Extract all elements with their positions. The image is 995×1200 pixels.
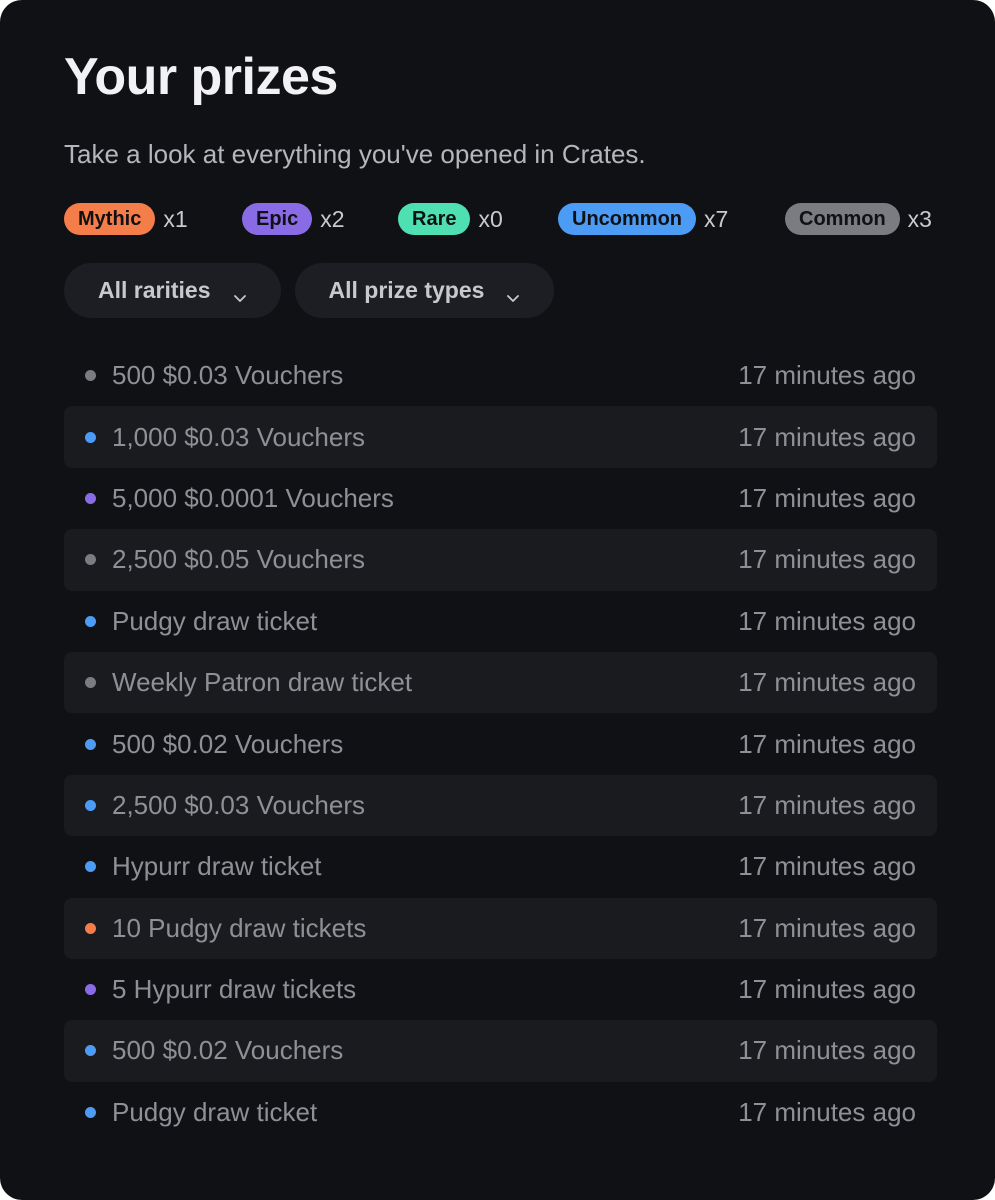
prize-name: 500 $0.03 Vouchers — [112, 360, 344, 391]
prize-time: 17 minutes ago — [738, 360, 916, 391]
rarity-badge-uncommon: Uncommon — [558, 203, 696, 235]
rarity-badge-common: Common — [785, 203, 900, 235]
rarity-count-rare: x0 — [478, 205, 503, 232]
page-title: Your prizes — [64, 48, 338, 106]
page-subtitle: Take a look at everything you've opened … — [64, 139, 646, 169]
rarity-dot — [85, 431, 96, 443]
prizes-panel: Your prizes Take a look at everything yo… — [0, 0, 995, 1200]
prize-name: Pudgy draw ticket — [112, 1096, 318, 1127]
prize-row: 2,500 $0.05 Vouchers 17 minutes ago — [64, 529, 937, 591]
prize-row: Hypurr draw ticket 17 minutes ago — [64, 836, 937, 897]
chevron-down-icon — [506, 284, 520, 302]
rarity-dot — [85, 492, 96, 504]
prize-time: 17 minutes ago — [738, 1096, 916, 1127]
prize-name: Pudgy draw ticket — [112, 605, 318, 636]
rarity-dot — [85, 861, 96, 873]
rarity-summary-uncommon: Uncommon x7 — [558, 201, 728, 237]
rarity-dot — [85, 799, 96, 811]
rarity-summary-common: Common x3 — [785, 201, 932, 237]
rarity-summary-mythic: Mythic x1 — [64, 201, 188, 237]
rarity-count-epic: x2 — [320, 205, 345, 232]
prize-name: 2,500 $0.05 Vouchers — [112, 544, 365, 575]
rarity-dot — [85, 1045, 96, 1057]
prize-list: 500 $0.03 Vouchers 17 minutes ago 1,000 $… — [64, 345, 937, 1143]
rarity-summary-rare: Rare x0 — [398, 201, 503, 237]
rarity-dot — [85, 615, 96, 627]
prize-time: 17 minutes ago — [738, 605, 916, 636]
prize-time: 17 minutes ago — [738, 667, 916, 698]
prize-row: 5,000 $0.0001 Vouchers 17 minutes ago — [64, 468, 937, 529]
filter-bar: All rarities All prize types — [64, 263, 555, 318]
prize-name: Hypurr draw ticket — [112, 851, 322, 882]
prize-row: 2,500 $0.03 Vouchers 17 minutes ago — [64, 774, 937, 837]
prize-row: 10 Pudgy draw tickets 17 minutes ago — [64, 897, 937, 959]
prize-row: 1,000 $0.03 Vouchers 17 minutes ago — [64, 406, 937, 468]
prize-time: 17 minutes ago — [738, 421, 916, 452]
prize-time: 17 minutes ago — [738, 851, 916, 882]
rarity-count-uncommon: x7 — [704, 205, 729, 232]
rarity-badge-rare: Rare — [398, 203, 471, 235]
rarity-dot — [85, 554, 96, 566]
rarity-filter-label: All rarities — [98, 277, 211, 303]
prize-row: Weekly Patron draw ticket 17 minutes ago — [64, 651, 937, 714]
prize-name: 10 Pudgy draw tickets — [112, 912, 367, 943]
rarity-dot — [85, 1106, 96, 1118]
prize-time: 17 minutes ago — [738, 974, 916, 1005]
rarity-badge-epic: Epic — [242, 203, 313, 235]
prize-name: Weekly Patron draw ticket — [112, 667, 413, 698]
rarity-filter-dropdown[interactable]: All rarities — [64, 263, 281, 318]
prize-name: 2,500 $0.03 Vouchers — [112, 789, 365, 820]
prize-name: 500 $0.02 Vouchers — [112, 728, 344, 759]
rarity-dot — [85, 677, 96, 689]
chevron-down-icon — [233, 284, 247, 302]
prize-type-filter-dropdown[interactable]: All prize types — [294, 263, 555, 318]
prize-row: 5 Hypurr draw tickets 17 minutes ago — [64, 959, 937, 1020]
rarity-dot — [85, 922, 96, 934]
prize-type-filter-label: All prize types — [328, 277, 485, 303]
prize-time: 17 minutes ago — [738, 482, 916, 513]
rarity-count-mythic: x1 — [163, 205, 188, 232]
rarity-count-common: x3 — [907, 205, 932, 232]
rarity-badge-mythic: Mythic — [64, 203, 156, 235]
prize-row: 500 $0.03 Vouchers 17 minutes ago — [64, 345, 937, 406]
prize-name: 1,000 $0.03 Vouchers — [112, 421, 365, 452]
prize-row: 500 $0.02 Vouchers 17 minutes ago — [64, 1020, 937, 1082]
prize-time: 17 minutes ago — [738, 912, 916, 943]
prize-time: 17 minutes ago — [738, 728, 916, 759]
prize-row: Pudgy draw ticket 17 minutes ago — [64, 591, 937, 652]
rarity-summary-epic: Epic x2 — [242, 201, 345, 237]
prize-name: 5 Hypurr draw tickets — [112, 974, 357, 1005]
rarity-dot — [85, 984, 96, 996]
rarity-summary: Mythic x1 Epic x2 Rare x0 Uncommon x7 Co… — [64, 201, 940, 237]
rarity-dot — [85, 738, 96, 750]
rarity-dot — [85, 370, 96, 382]
prize-name: 5,000 $0.0001 Vouchers — [112, 482, 394, 513]
prize-row: Pudgy draw ticket 17 minutes ago — [64, 1082, 937, 1143]
prize-row: 500 $0.02 Vouchers 17 minutes ago — [64, 713, 937, 774]
prize-time: 17 minutes ago — [738, 1035, 916, 1066]
prize-time: 17 minutes ago — [738, 789, 916, 820]
prize-name: 500 $0.02 Vouchers — [112, 1035, 344, 1066]
prize-time: 17 minutes ago — [738, 544, 916, 575]
